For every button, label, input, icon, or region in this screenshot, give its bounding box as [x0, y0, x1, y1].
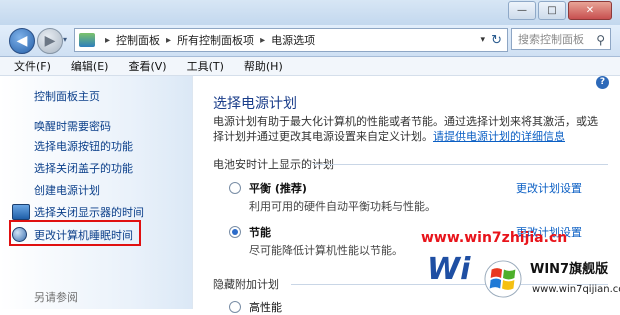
sidebar-item-create-plan[interactable]: 创建电源计划: [34, 182, 100, 198]
back-button[interactable]: ◀: [9, 28, 35, 54]
recent-pages-dropdown[interactable]: ▾: [63, 35, 67, 44]
search-input[interactable]: 搜索控制面板 ⚲: [511, 28, 611, 50]
sidebar-item-control-panel-home[interactable]: 控制面板主页: [34, 88, 100, 104]
breadcrumb-separator[interactable]: ▸: [166, 35, 171, 46]
address-bar[interactable]: ▸ 控制面板 ▸ 所有控制面板项 ▸ 电源选项 ▾ ↻: [74, 28, 508, 52]
window-titlebar: — □ ✕: [0, 0, 620, 25]
menu-edit[interactable]: 编辑(E): [71, 58, 109, 74]
control-panel-icon: [79, 33, 95, 47]
section-divider: [313, 164, 608, 165]
plan-details-link[interactable]: 请提供电源计划的详细信息: [433, 130, 565, 143]
menu-help[interactable]: 帮助(H): [244, 58, 283, 74]
sidebar-item-display-off[interactable]: 选择关闭显示器的时间: [34, 204, 144, 220]
hidden-plans-toggle[interactable]: 隐藏附加计划: [213, 276, 279, 292]
menu-tools[interactable]: 工具(T): [187, 58, 224, 74]
breadcrumb-all-items[interactable]: 所有控制面板项: [177, 32, 254, 48]
plan-power-saver-description: 尽可能降低计算机性能以节能。: [249, 244, 403, 257]
sidebar-item-power-button[interactable]: 选择电源按钮的功能: [34, 138, 133, 154]
plan-balanced-description: 利用可用的硬件自动平衡功耗与性能。: [249, 200, 436, 213]
minimize-button[interactable]: —: [508, 1, 536, 20]
plan-balanced-radio[interactable]: [229, 182, 241, 194]
plan-balanced-name[interactable]: 平衡 (推荐): [249, 180, 307, 196]
plan-power-saver-radio[interactable]: [229, 226, 241, 238]
maximize-button[interactable]: □: [538, 1, 566, 20]
page-title: 选择电源计划: [213, 96, 297, 112]
sidebar: 控制面板主页 唤醒时需要密码 选择电源按钮的功能 选择关闭盖子的功能 创建电源计…: [0, 76, 193, 309]
plan-high-performance-radio[interactable]: [229, 301, 241, 313]
close-button[interactable]: ✕: [568, 1, 612, 20]
watermark-url-bottom: www.win7qijian.com: [532, 284, 620, 295]
watermark-logo: Wi WIN7旗舰版 www.win7qijian.com: [424, 248, 620, 309]
monitor-icon: [12, 204, 30, 220]
search-icon[interactable]: ⚲: [596, 29, 605, 51]
watermark-brand: WIN7旗舰版: [530, 262, 609, 277]
help-icon[interactable]: ?: [596, 76, 609, 89]
sidebar-item-lid-close[interactable]: 选择关闭盖子的功能: [34, 160, 133, 176]
see-also-heading: 另请参阅: [34, 291, 78, 304]
plan-high-performance-name[interactable]: 高性能: [249, 299, 282, 315]
watermark-big-text: Wi: [427, 252, 471, 287]
windows-flag-icon: [484, 260, 522, 298]
breadcrumb-control-panel[interactable]: 控制面板: [116, 32, 160, 48]
navigation-bar: ◀ ▶ ▾ ▸ 控制面板 ▸ 所有控制面板项 ▸ 电源选项 ▾ ↻ 搜索控制面板…: [0, 25, 620, 57]
page-description: 电源计划有助于最大化计算机的性能或者节能。通过选择计划来将其激活，或选择计划并通…: [213, 114, 603, 144]
sidebar-item-sleep-time[interactable]: 更改计算机睡眠时间: [34, 227, 133, 243]
menu-view[interactable]: 查看(V): [128, 58, 166, 74]
sleep-moon-icon: [12, 227, 27, 242]
menu-file[interactable]: 文件(F): [14, 58, 51, 74]
forward-button[interactable]: ▶: [37, 28, 63, 54]
breadcrumb-separator[interactable]: ▸: [260, 35, 265, 46]
menu-bar: 文件(F) 编辑(E) 查看(V) 工具(T) 帮助(H): [0, 57, 620, 76]
refresh-icon[interactable]: ↻: [491, 33, 502, 48]
breadcrumb-separator[interactable]: ▸: [105, 35, 110, 46]
plan-power-saver-name[interactable]: 节能: [249, 224, 271, 240]
plan-balanced-settings-link[interactable]: 更改计划设置: [516, 180, 582, 196]
breadcrumb-power-options[interactable]: 电源选项: [271, 32, 315, 48]
search-placeholder: 搜索控制面板: [518, 33, 584, 46]
sidebar-item-require-password[interactable]: 唤醒时需要密码: [34, 118, 111, 134]
window-controls: — □ ✕: [506, 1, 612, 20]
watermark-url-top: www.win7zhijia.cn: [421, 230, 568, 246]
address-dropdown-icon[interactable]: ▾: [480, 35, 485, 45]
